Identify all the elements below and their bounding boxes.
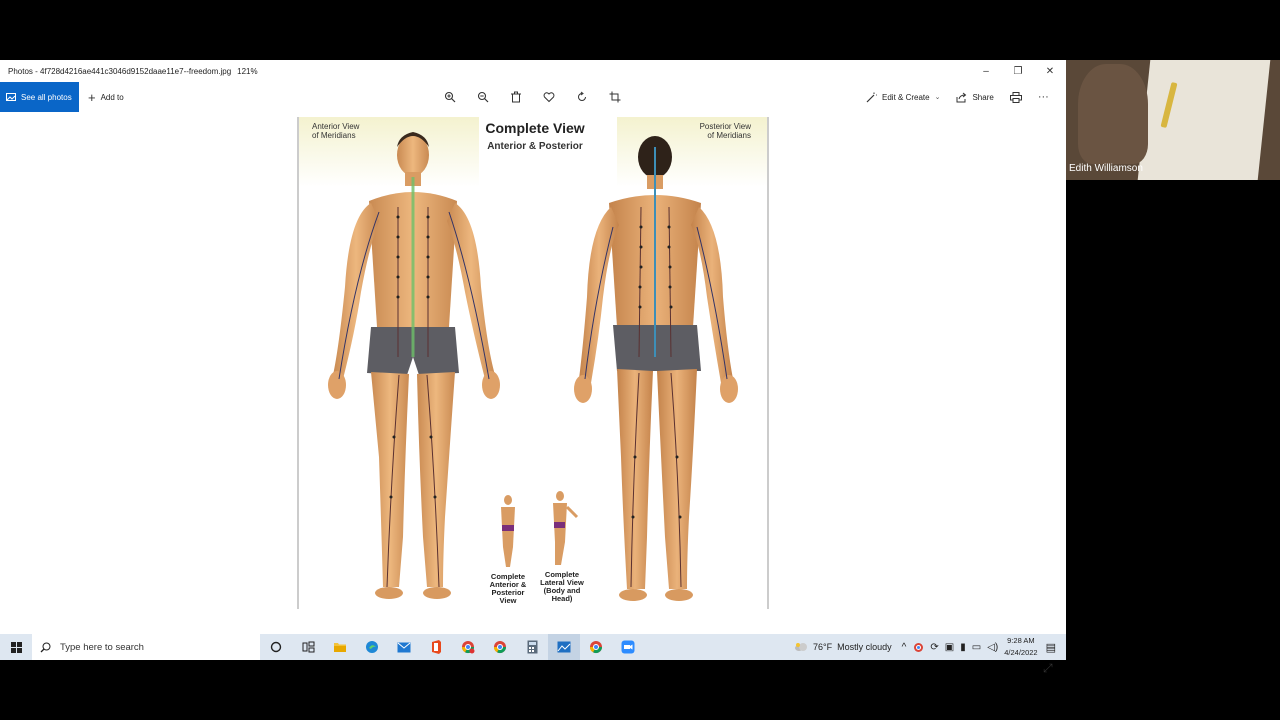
meridian-poster: Anterior View of Meridians Complete View… (297, 117, 769, 609)
taskbar-search[interactable]: Type here to search (32, 634, 260, 660)
clock-time: 9:28 AM (1007, 636, 1035, 645)
crop-icon[interactable] (605, 87, 625, 107)
title-bar: Photos - 4f728d4216ae441c3046d9152daae11… (0, 60, 1066, 82)
windows-icon (10, 641, 22, 653)
plus-icon: + (88, 89, 96, 105)
edge-icon[interactable] (356, 634, 388, 660)
edit-create-button[interactable]: Edit & Create ⌄ (866, 92, 940, 103)
favorite-icon[interactable] (539, 87, 559, 107)
search-placeholder: Type here to search (60, 641, 144, 653)
zoom-out-icon[interactable] (473, 87, 493, 107)
add-to-button[interactable]: + Add to (88, 82, 124, 112)
image-tools (440, 82, 625, 112)
photos-toolbar: See all photos + Add to Edit & Create ⌄ … (0, 82, 1066, 112)
weather-temp: 76°F (813, 642, 833, 652)
window-title: Photos - 4f728d4216ae441c3046d9152daae11… (8, 66, 232, 76)
chrome-tray-icon[interactable] (913, 642, 924, 653)
chevron-up-icon[interactable]: ^ (902, 642, 907, 653)
more-button[interactable]: ··· (1038, 91, 1049, 103)
zoom-level: 121% (237, 66, 258, 76)
right-toolbar: Edit & Create ⌄ Share ··· (866, 82, 1065, 112)
window-controls: – ❐ ✕ (970, 60, 1066, 82)
cloud-icon (795, 643, 808, 651)
photos-icon (6, 93, 16, 101)
screen: Photos - 4f728d4216ae441c3046d9152daae11… (0, 0, 1280, 720)
print-button[interactable] (1009, 91, 1022, 103)
zoom-icon[interactable] (612, 634, 644, 660)
add-to-label: Add to (100, 92, 124, 102)
delete-icon[interactable] (506, 87, 526, 107)
chrome-icon[interactable] (484, 634, 516, 660)
volume-icon[interactable]: ◁) (987, 642, 998, 653)
clock[interactable]: 9:28 AM 4/24/2022 (1004, 635, 1037, 659)
share-icon (956, 92, 967, 102)
photos-window: Photos - 4f728d4216ae441c3046d9152daae11… (0, 60, 1066, 675)
microphone-icon[interactable]: ▮ (960, 642, 966, 653)
fullscreen-icon[interactable]: ⤢ (1043, 661, 1053, 676)
share-button[interactable]: Share (956, 92, 994, 103)
weather-desc: Mostly cloudy (837, 642, 892, 652)
chevron-down-icon: ⌄ (934, 94, 941, 101)
cortana-icon[interactable] (260, 634, 292, 660)
edit-create-label: Edit & Create (882, 92, 930, 102)
chrome-icon[interactable] (580, 634, 612, 660)
file-explorer-icon[interactable] (324, 634, 356, 660)
task-view-icon[interactable] (292, 634, 324, 660)
close-button[interactable]: ✕ (1034, 60, 1066, 82)
participant-name: Edith Williamson (1069, 163, 1143, 174)
chrome-icon[interactable] (452, 634, 484, 660)
mail-icon[interactable] (388, 634, 420, 660)
zoom-in-icon[interactable] (440, 87, 460, 107)
taskbar: Type here to search 76°F Mostly cloudy ^… (0, 634, 1066, 660)
posterior-figure (574, 136, 738, 601)
clock-date: 4/24/2022 (1004, 648, 1038, 657)
see-all-photos-label: See all photos (21, 92, 72, 102)
network-icon[interactable]: ▭ (972, 642, 981, 653)
meet-icon[interactable]: ▣ (945, 642, 954, 653)
caption-lateral: Complete Lateral View (Body and Head) (540, 570, 584, 603)
start-button[interactable] (0, 634, 32, 660)
calculator-icon[interactable] (516, 634, 548, 660)
notifications-icon[interactable]: ▤ (1046, 641, 1056, 654)
system-tray: 76°F Mostly cloudy ^ ⟳ ▣ ▮ ▭ ◁) 9:28 AM … (794, 634, 1066, 660)
rotate-icon[interactable] (572, 87, 592, 107)
more-icon: ··· (1037, 91, 1049, 103)
weather-widget[interactable]: 76°F Mostly cloudy (794, 642, 892, 652)
restore-button[interactable]: ❐ (1002, 60, 1034, 82)
edit-create-icon (866, 92, 877, 102)
office-icon[interactable] (420, 634, 452, 660)
video-thumbnail: Edith Williamson (1066, 60, 1280, 180)
caption-anterior-posterior: Complete Anterior & Posterior View (489, 572, 527, 605)
see-all-photos-button[interactable]: See all photos (0, 82, 79, 112)
sync-icon[interactable]: ⟳ (930, 642, 938, 653)
print-icon (1009, 91, 1022, 103)
search-icon (40, 642, 51, 652)
image-viewer: Anterior View of Meridians Complete View… (0, 112, 1066, 675)
minimize-button[interactable]: – (970, 60, 1002, 82)
photos-icon[interactable] (548, 634, 580, 660)
share-label: Share (972, 92, 994, 102)
